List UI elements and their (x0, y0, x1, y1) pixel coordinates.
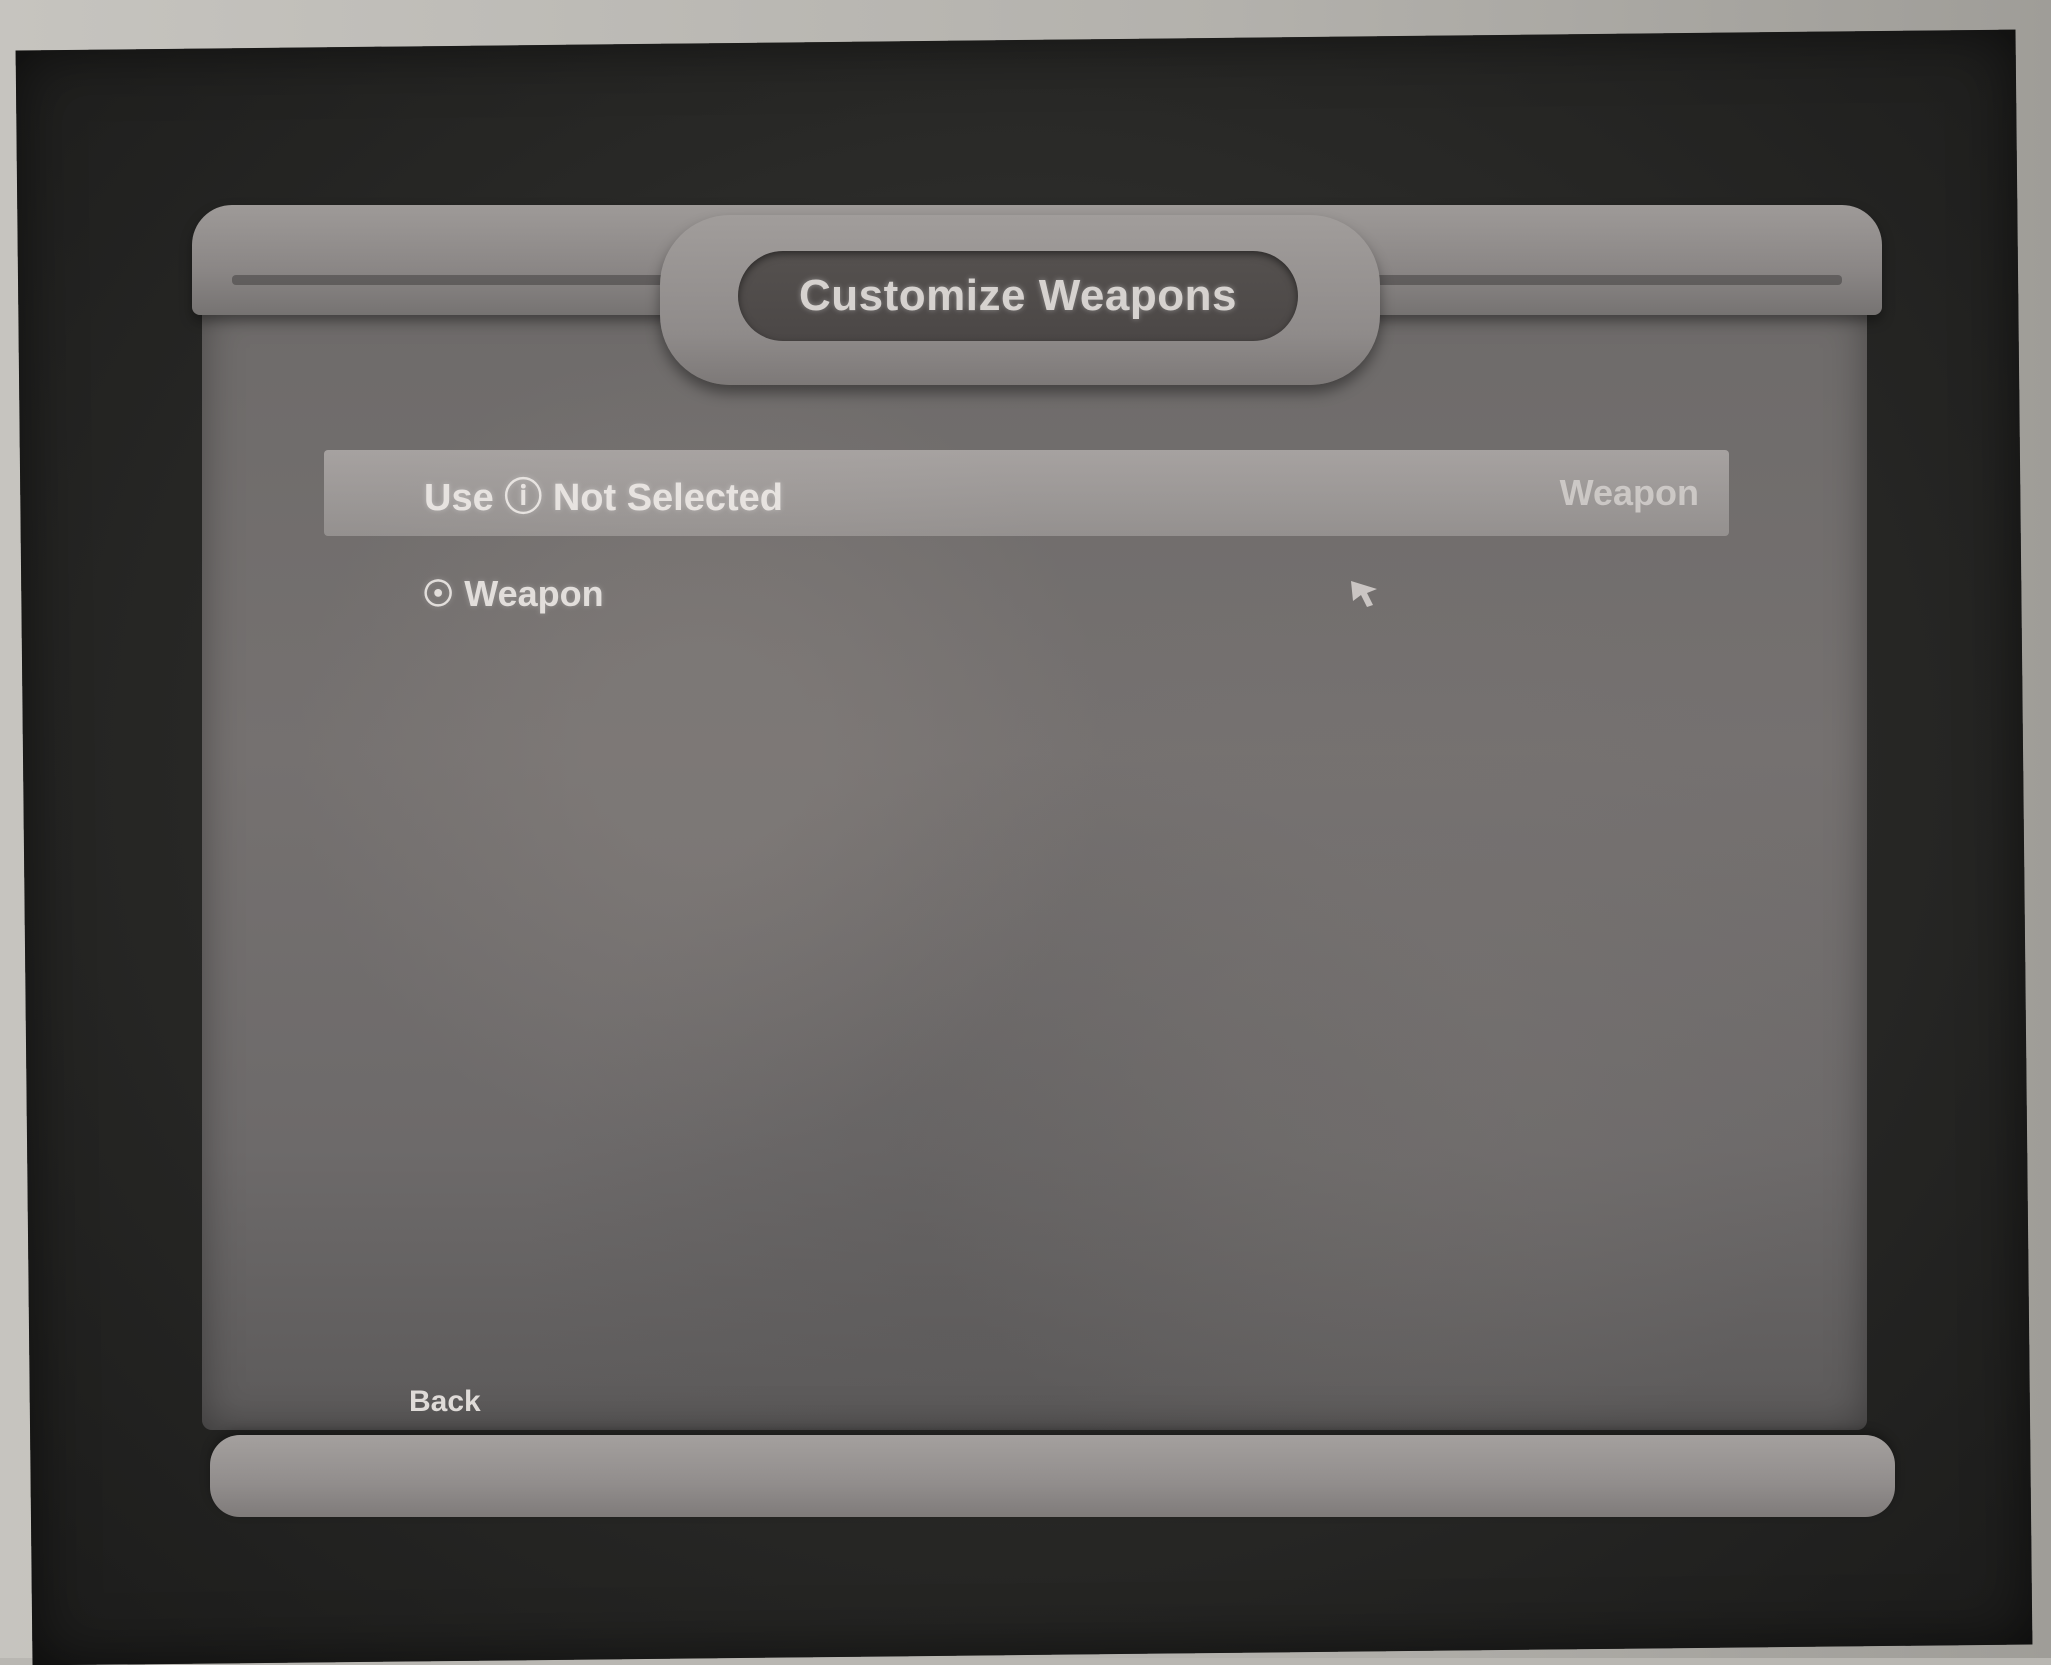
menu-item-value: Weapon (1559, 472, 1699, 513)
pointer-cursor-icon (1351, 581, 1377, 607)
customize-menu-panel: Customize Weapons Use ⓘ Not Selected Wea… (192, 205, 1895, 1517)
back-button[interactable]: Back (409, 1385, 481, 1419)
title-inner: Customize Weapons (738, 251, 1298, 341)
menu-title: Customize Weapons (799, 271, 1237, 320)
menu-bottom-frame (210, 1435, 1895, 1517)
title-plate: Customize Weapons (660, 215, 1380, 385)
menu-subitem-label: ☉ Weapon (422, 573, 604, 614)
menu-item-weapon[interactable]: ☉ Weapon (422, 565, 1622, 625)
menu-item-selected[interactable]: Use ⓘ Not Selected Weapon (324, 450, 1729, 536)
menu-item-label: Use ⓘ Not Selected (424, 476, 783, 519)
